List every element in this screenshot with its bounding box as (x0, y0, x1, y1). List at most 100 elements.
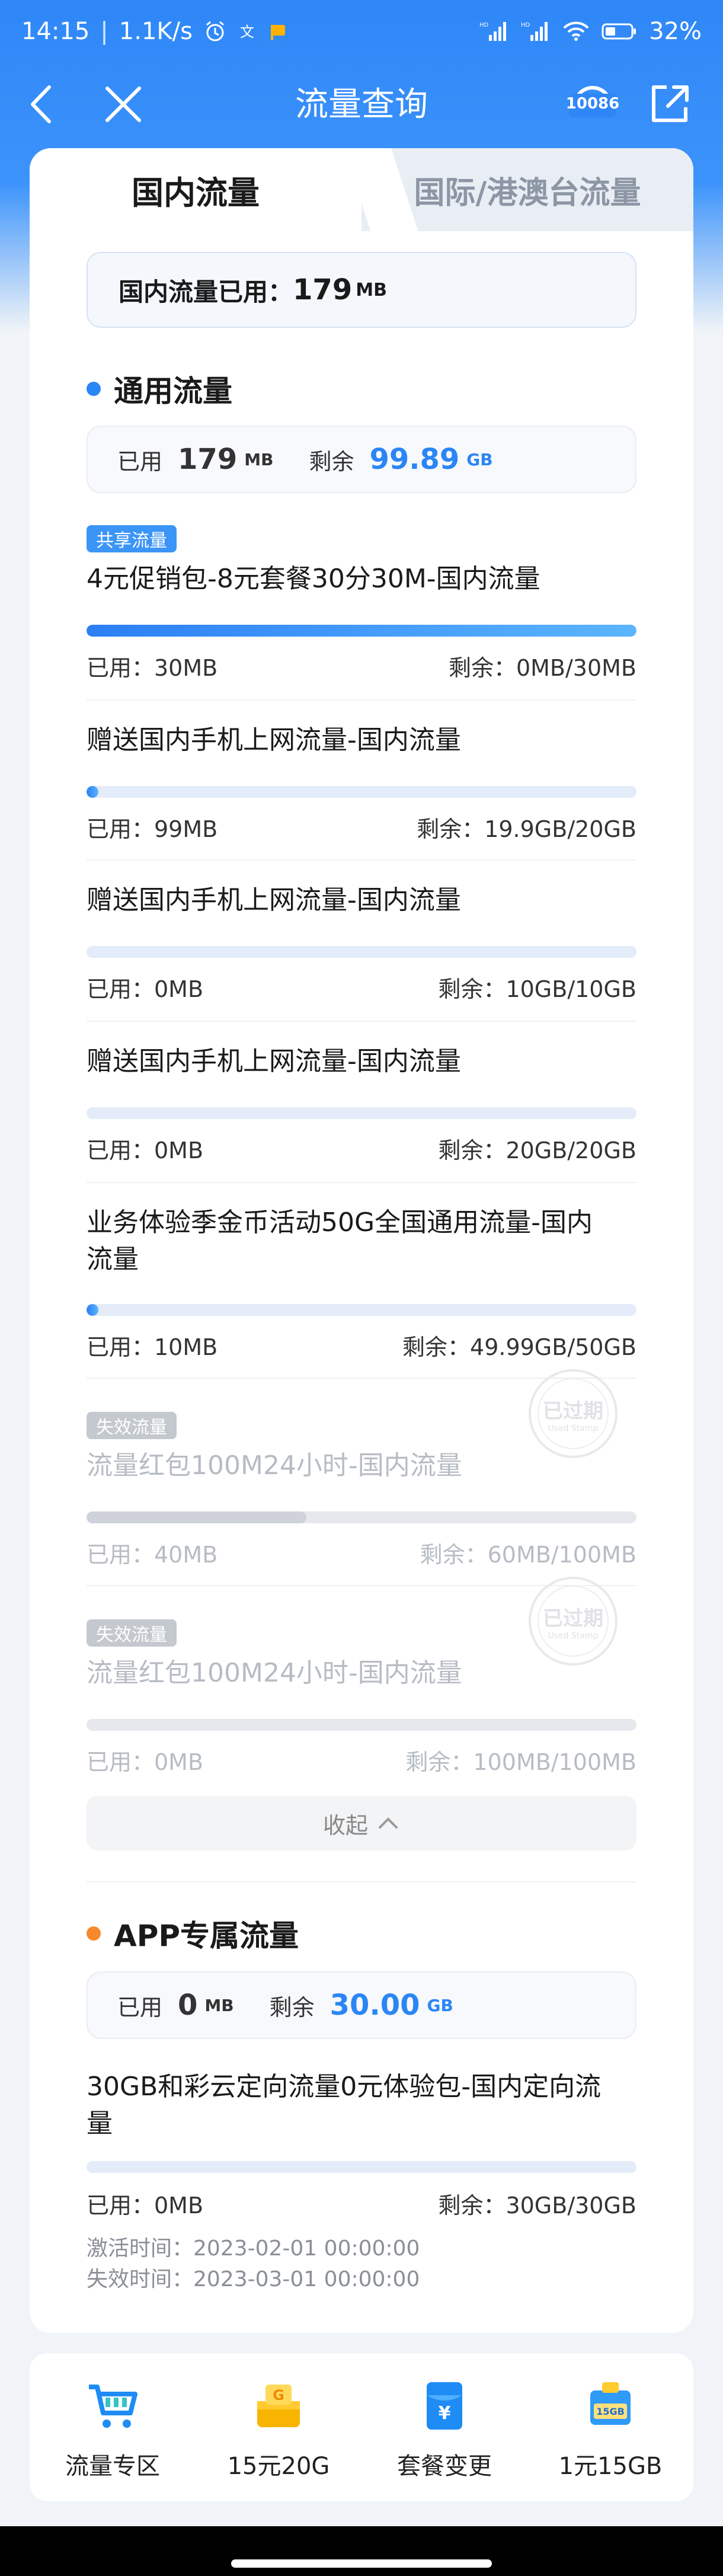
expiration-time: 失效时间：2023-03-01 00:00:00 (87, 2267, 420, 2291)
cart-icon (80, 2373, 145, 2438)
package-title: 业务体验季金币活动50G全国通用流量-国内 流量 (87, 1207, 593, 1274)
wifi-icon (562, 21, 590, 42)
summary-used-value: 179 (293, 273, 353, 306)
divider (87, 1182, 636, 1183)
action-15yuan-20g[interactable]: G 15元20G (201, 2373, 356, 2481)
app-used-value: 0 (178, 1989, 198, 2022)
section-dot (87, 382, 101, 396)
activation-time: 激活时间：2023-02-01 00:00:00 (87, 2236, 420, 2261)
back-button[interactable] (12, 75, 71, 134)
divider (87, 859, 636, 861)
used-amount: 已用：0MB (87, 976, 204, 1002)
remaining-amount: 剩余：20GB/20GB (438, 1137, 636, 1164)
network-speed: 1.1K/s (119, 18, 193, 45)
remaining-amount: 剩余：19.9GB/20GB (417, 816, 636, 842)
used-amount: 已用：0MB (87, 1137, 204, 1164)
package-title: 赠送国内手机上网流量-国内流量 (87, 1046, 461, 1076)
divider (87, 699, 636, 701)
app-notification-icon: 文 (238, 21, 258, 41)
status-bar: 14:15 | 1.1K/s 文 HD HD 32% (21, 18, 702, 45)
used-amount: 已用：10MB (87, 1334, 218, 1360)
usage-progress-bar (87, 1511, 636, 1523)
close-icon (105, 87, 141, 122)
svg-text:G: G (273, 2387, 284, 2404)
usage-progress-bar (87, 946, 636, 958)
share-button[interactable] (640, 75, 699, 134)
share-icon (652, 85, 689, 122)
action-1yuan-15gb[interactable]: 15GB 1元15GB (533, 2373, 687, 2481)
used-amount: 已用：30MB (87, 655, 218, 681)
battery-percent: 32% (649, 18, 702, 45)
battery-icon (602, 22, 637, 41)
gift-box-icon: G (246, 2373, 311, 2438)
svg-text:HD: HD (479, 22, 489, 28)
package-title: 流量红包100M24小时-国内流量 (87, 1450, 462, 1481)
collapse-button[interactable]: 收起 (87, 1796, 636, 1850)
remaining-amount: 剩余：100MB/100MB (405, 1749, 636, 1775)
divider (87, 1881, 636, 1883)
usage-progress-bar (87, 786, 636, 798)
app-usage-stats: 已用 0 MB 剩余 30.00 GB (87, 1971, 636, 2039)
remaining-amount: 剩余：60MB/100MB (420, 1542, 636, 1568)
traffic-card: 国内流量 国际/港澳台流量 国内流量已用： 179 MB 通用流量 已用 179… (30, 148, 693, 2333)
app-section-title: APP专属流量 (87, 1912, 299, 1955)
home-indicator[interactable] (231, 2559, 492, 2568)
used-amount: 已用：99MB (87, 816, 218, 842)
chevron-up-icon (379, 1817, 398, 1829)
general-used-value: 179 (178, 443, 238, 476)
used-amount: 已用：0MB (87, 1749, 204, 1775)
navigation-bar: 流量查询 10086 (0, 63, 723, 140)
quick-actions-bar: 流量专区 G 15元20G ¥ 套餐变更 15GB 1元15GB (30, 2353, 693, 2501)
system-navigation-area (0, 2526, 723, 2576)
package-title: 赠送国内手机上网流量-国内流量 (87, 725, 461, 755)
progress-fill (87, 625, 636, 637)
usage-progress-bar (87, 2161, 636, 2173)
status-time: 14:15 (21, 18, 90, 45)
close-button[interactable] (94, 75, 153, 134)
app-remain-value: 30.00 (329, 1989, 420, 2022)
flag-notification-icon (268, 21, 289, 41)
used-amount: 已用：0MB (87, 2193, 204, 2219)
progress-fill (87, 1511, 307, 1523)
expired-traffic-badge: 失效流量 (87, 1412, 177, 1439)
back-arrow-icon (31, 85, 51, 123)
expired-traffic-badge: 失效流量 (87, 1619, 177, 1647)
action-traffic-zone[interactable]: 流量专区 (36, 2373, 190, 2481)
tab-domestic[interactable]: 国内流量 (30, 148, 362, 231)
signal-icon-1: HD (479, 21, 509, 42)
svg-text:文: 文 (240, 24, 254, 40)
signal-icon-2: HD (521, 21, 551, 42)
usage-progress-bar (87, 1107, 636, 1119)
alarm-icon (203, 20, 227, 43)
svg-text:15GB: 15GB (596, 2406, 625, 2417)
yuan-envelope-icon: ¥ (412, 2373, 477, 2438)
service-badge: 10086 (565, 95, 620, 113)
usage-progress-bar (87, 625, 636, 637)
package-title: 4元促销包-8元套餐30分30M-国内流量 (87, 564, 540, 594)
svg-text:HD: HD (521, 22, 530, 28)
general-remain-value: 99.89 (369, 443, 460, 476)
used-amount: 已用：40MB (87, 1542, 218, 1568)
data-card-icon: 15GB (578, 2373, 643, 2438)
remaining-amount: 剩余：30GB/30GB (438, 2193, 636, 2219)
tab-bar: 国内流量 国际/港澳台流量 (30, 148, 693, 231)
remaining-amount: 剩余：0MB/30MB (448, 655, 636, 681)
section-dot (87, 1926, 101, 1941)
package-title: 30GB和彩云定向流量0元体验包-国内定向流 量 (87, 2072, 602, 2139)
customer-service-button[interactable]: 10086 (563, 75, 622, 134)
remaining-amount: 剩余：10GB/10GB (438, 976, 636, 1002)
package-title: 流量红包100M24小时-国内流量 (87, 1658, 462, 1688)
general-section-title: 通用流量 (87, 367, 232, 410)
domestic-usage-summary: 国内流量已用： 179 MB (87, 252, 636, 328)
svg-text:¥: ¥ (439, 2403, 451, 2424)
expired-stamp: 已过期 Used Stamp (529, 1369, 618, 1458)
progress-fill (87, 786, 98, 798)
remaining-amount: 剩余：49.99GB/50GB (402, 1334, 636, 1360)
action-plan-change[interactable]: ¥ 套餐变更 (367, 2373, 522, 2481)
progress-fill (87, 1304, 98, 1316)
expired-stamp: 已过期 Used Stamp (529, 1577, 618, 1666)
general-usage-stats: 已用 179 MB 剩余 99.89 GB (87, 426, 636, 493)
package-title: 赠送国内手机上网流量-国内流量 (87, 885, 461, 915)
usage-progress-bar (87, 1304, 636, 1316)
divider (87, 1021, 636, 1022)
